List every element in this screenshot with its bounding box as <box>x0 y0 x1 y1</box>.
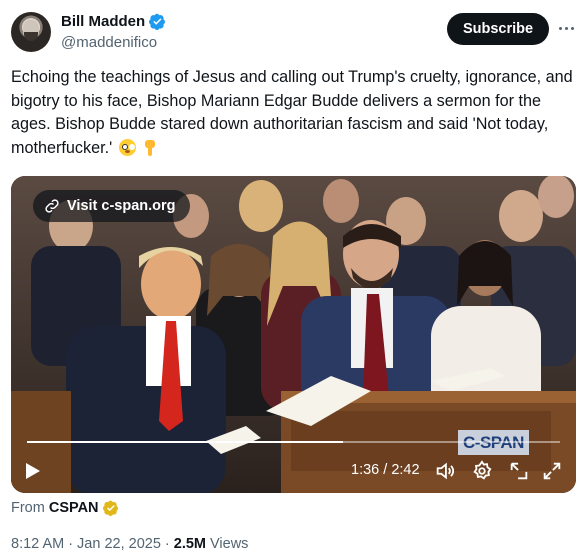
current-time: 1:36 <box>351 462 380 478</box>
author-handle[interactable]: @maddenifico <box>61 34 157 51</box>
picture-in-picture-icon[interactable] <box>508 460 530 482</box>
gold-verified-badge-icon <box>102 500 118 516</box>
progress-fill <box>27 441 344 443</box>
link-icon <box>45 199 59 213</box>
post-date[interactable]: Jan 22, 2025 <box>77 536 161 552</box>
author-name-row: Bill Madden <box>61 13 166 30</box>
duration: 2:42 <box>391 462 420 478</box>
time-display: 1:36 / 2:42 <box>351 462 420 478</box>
video-controls: 1:36 / 2:42 <box>11 456 576 486</box>
tweet-body: Echoing the teachings of Jesus and calli… <box>11 68 573 157</box>
author-display-name[interactable]: Bill Madden <box>61 13 145 30</box>
more-dot <box>570 26 574 30</box>
flushed-face-emoji <box>118 138 136 156</box>
source-name[interactable]: CSPAN <box>49 500 99 516</box>
views-label: Views <box>210 536 249 552</box>
meta-separator: · <box>68 536 74 552</box>
settings-icon[interactable] <box>471 460 493 482</box>
subscribe-button[interactable]: Subscribe <box>447 13 549 45</box>
more-dot <box>564 26 568 30</box>
volume-icon[interactable] <box>434 460 456 482</box>
source-attribution: From CSPAN <box>11 500 119 516</box>
pointing-down-emoji <box>145 139 156 156</box>
avatar-beard <box>24 32 38 41</box>
more-options-icon[interactable] <box>556 17 576 39</box>
visit-link-label[interactable]: Visit c-spa‌n.org <box>67 198 176 214</box>
tweet-text: Echoing the teachings of Jesus and calli… <box>11 66 581 160</box>
more-dot <box>558 26 562 30</box>
post-time[interactable]: 8:12 AM <box>11 536 64 552</box>
tweet-meta: 8:12 AM · Jan 22, 2025 · 2.5M Views <box>11 536 248 552</box>
verified-badge-icon <box>149 13 166 30</box>
meta-separator: · <box>164 536 170 552</box>
views-count: 2.5M <box>173 536 206 552</box>
play-icon[interactable] <box>25 462 41 480</box>
time-separator: / <box>383 462 388 478</box>
video-player[interactable]: Visit c-spa‌n.org C-SPAN 1:36 / 2:42 <box>11 176 576 493</box>
visit-link-pill[interactable]: Visit c-spa‌n.org <box>33 190 190 222</box>
source-prefix: From <box>11 500 45 516</box>
avatar[interactable] <box>11 12 51 52</box>
fullscreen-icon[interactable] <box>541 460 563 482</box>
progress-bar[interactable] <box>27 441 560 443</box>
